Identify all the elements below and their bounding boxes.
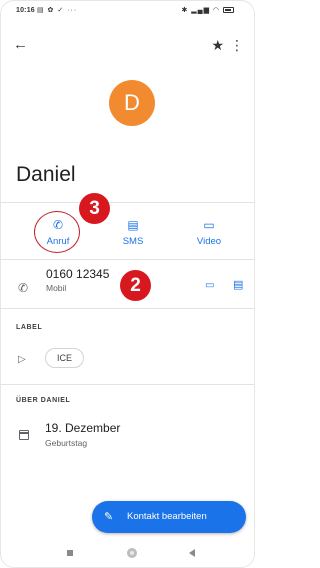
sms-button[interactable]: ▤ SMS — [103, 216, 163, 247]
divider — [1, 202, 254, 203]
call-button[interactable]: ✆ Anruf — [28, 216, 88, 247]
pencil-icon: ✎ — [104, 511, 114, 523]
label-icon: ▷ — [18, 354, 26, 365]
birthday-date: 19. Dezember — [45, 421, 121, 435]
video-call-icon[interactable]: ▭ — [205, 280, 214, 291]
back-nav-button[interactable] — [189, 549, 195, 557]
sms-label: SMS — [122, 236, 144, 247]
more-options-icon[interactable]: ⋮ — [230, 33, 244, 57]
divider — [1, 384, 254, 385]
video-label: Video — [196, 236, 222, 247]
back-arrow-icon[interactable]: ← — [13, 33, 28, 57]
status-time: 10:16 — [16, 7, 35, 14]
phone-icon: ✆ — [18, 281, 29, 295]
divider — [1, 259, 254, 260]
edit-contact-label: Kontakt bearbeiten — [127, 511, 207, 522]
top-app-bar: ← ★ ⋮ — [1, 33, 254, 57]
message-icon: ▤ — [127, 218, 139, 232]
video-camera-icon: ▭ — [203, 218, 215, 232]
step-badge-3: 3 — [79, 193, 110, 224]
calendar-icon — [19, 430, 29, 440]
notification-icons: ▤ ✿ ✓ ··· — [37, 7, 78, 14]
contact-name: Daniel — [16, 163, 76, 186]
call-label: Anruf — [46, 236, 70, 247]
star-icon[interactable]: ★ — [211, 33, 224, 57]
status-bar: 10:16 ▤ ✿ ✓ ··· ✱ ▂▄▆ ◠ — [1, 1, 254, 19]
message-icon[interactable]: ▤ — [233, 278, 243, 291]
recents-nav-button[interactable] — [67, 550, 73, 556]
edit-contact-button[interactable]: ✎ Kontakt bearbeiten — [92, 501, 246, 533]
video-button[interactable]: ▭ Video — [179, 216, 239, 247]
label-chip-ice[interactable]: ICE — [45, 348, 85, 368]
phone-type: Mobil — [46, 283, 67, 293]
home-nav-button[interactable] — [127, 548, 137, 558]
signal-wifi-icons: ✱ ▂▄▆ ◠ — [181, 7, 221, 14]
birthday-label: Geburtstag — [45, 438, 88, 448]
phone-number[interactable]: 0160 12345 — [46, 267, 109, 281]
label-section-title: LABEL — [16, 324, 43, 331]
battery-icon — [223, 7, 234, 14]
system-icons: ✱ ▂▄▆ ◠ — [181, 6, 234, 14]
phone-icon: ✆ — [52, 218, 64, 232]
divider — [1, 308, 254, 309]
about-section-title: ÜBER DANIEL — [16, 397, 71, 404]
phone-screen: 10:16 ▤ ✿ ✓ ··· ✱ ▂▄▆ ◠ ← ★ ⋮ D Daniel ✆… — [0, 0, 255, 568]
step-badge-2: 2 — [120, 270, 151, 301]
avatar: D — [109, 80, 155, 126]
